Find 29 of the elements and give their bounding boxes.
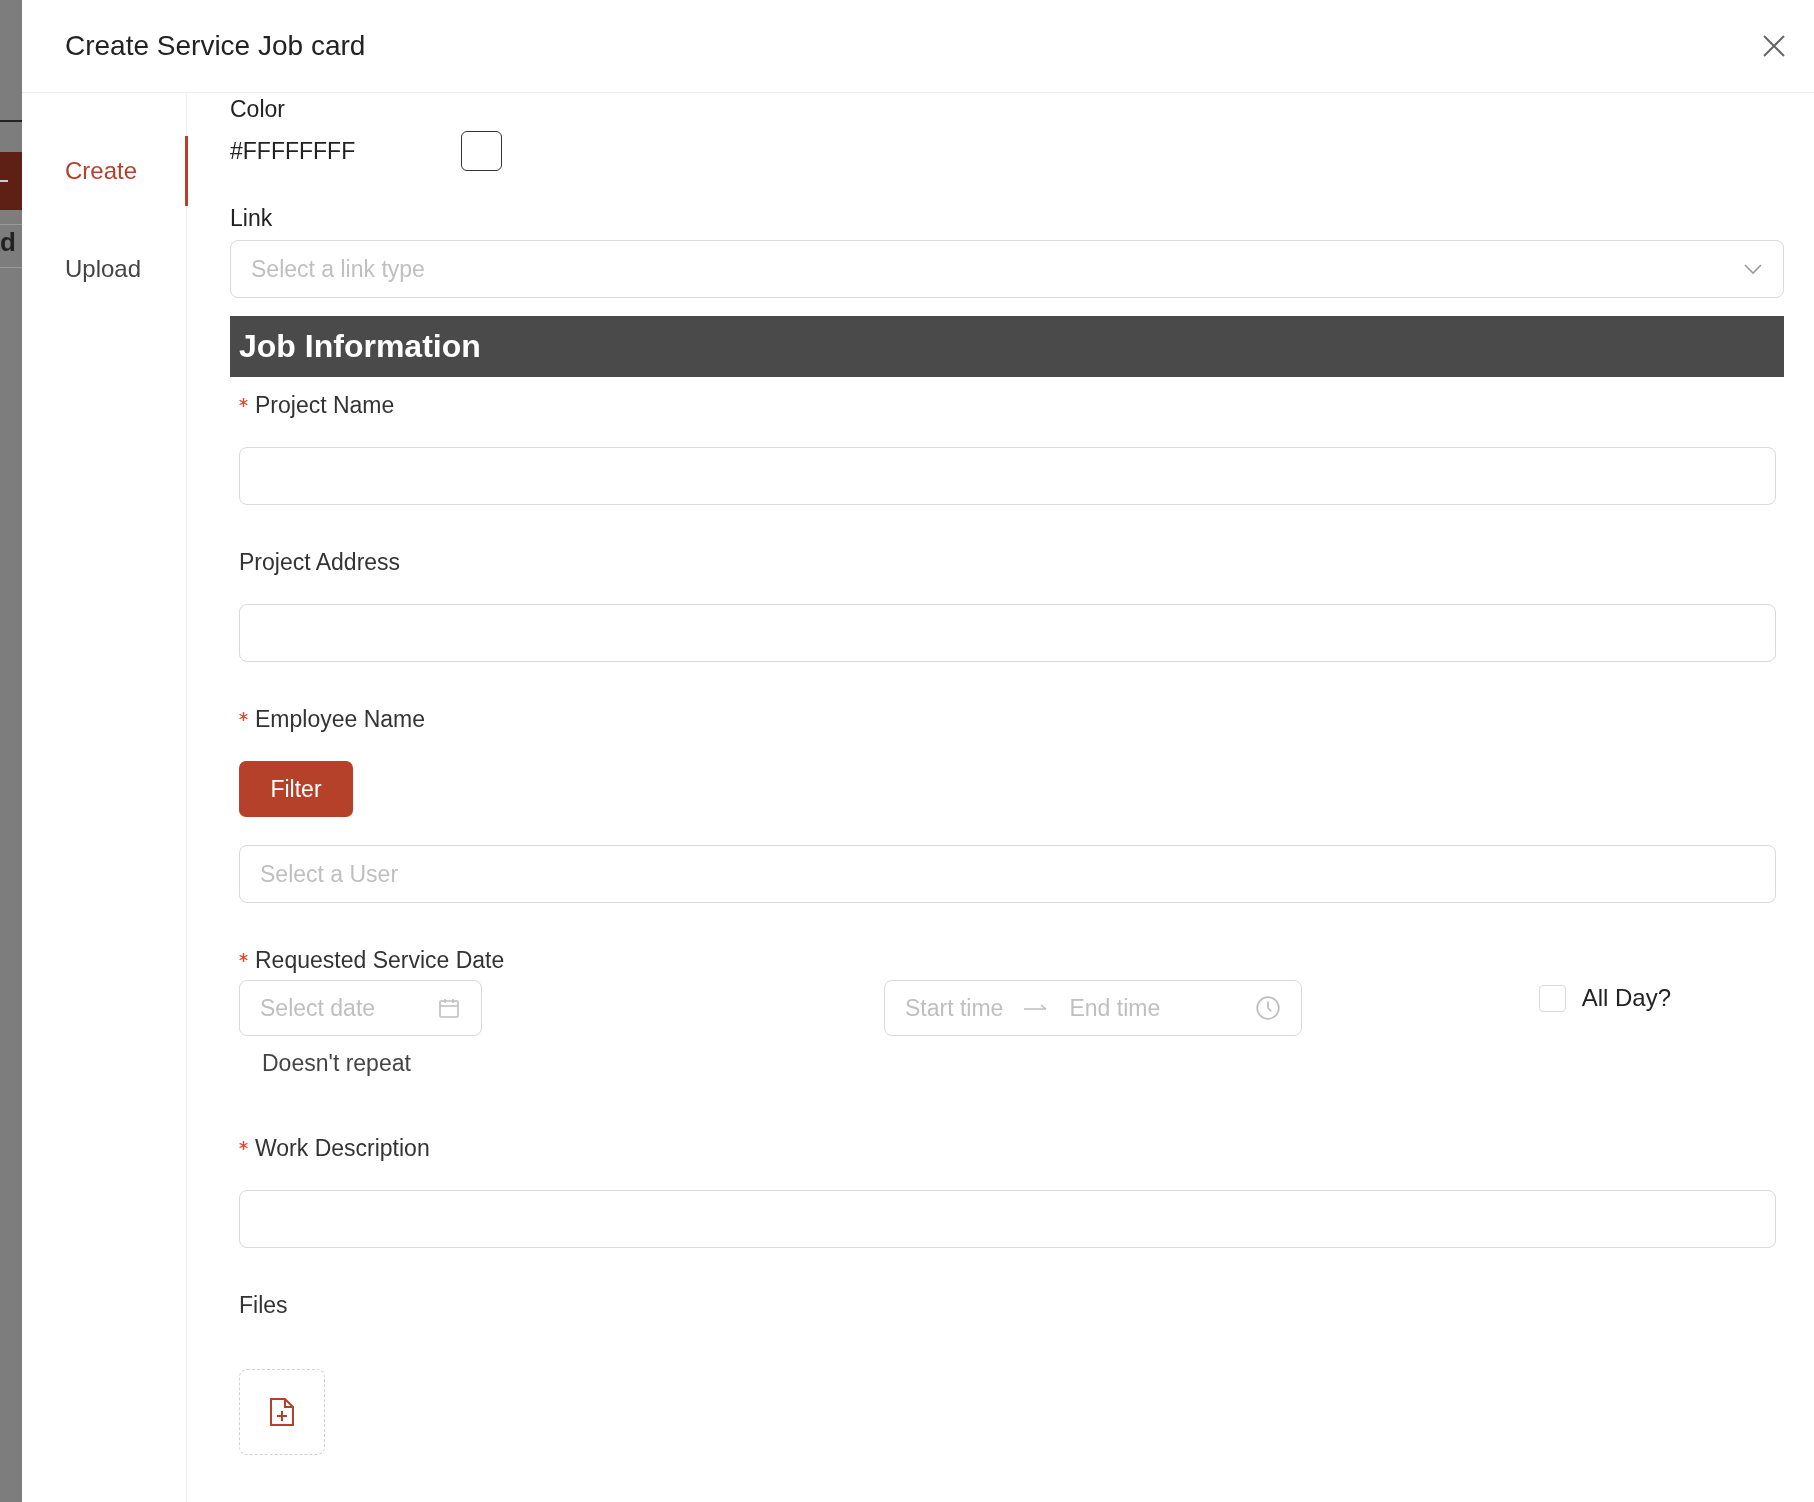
file-upload-area[interactable] <box>239 1369 325 1455</box>
color-swatch[interactable] <box>461 131 502 171</box>
filter-button[interactable]: Filter <box>239 761 353 817</box>
side-tab[interactable]: Upload <box>22 234 188 304</box>
calendar-icon <box>437 996 461 1020</box>
section-header: Job Information <box>230 316 1784 377</box>
text-input[interactable] <box>239 604 1776 662</box>
user-select[interactable]: Select a User <box>239 845 1776 903</box>
color-label: Color <box>230 95 286 123</box>
field-label: Files <box>239 1291 289 1319</box>
field-label: Employee Name <box>239 705 1776 733</box>
repeat-text: Doesn't repeat <box>262 1050 412 1077</box>
color-value: #FFFFFFFF <box>230 137 357 165</box>
clock-icon <box>1255 995 1281 1021</box>
all-day-label: All Day? <box>1581 984 1671 1012</box>
field-label: Project Address <box>239 548 402 576</box>
field-label: Requested Service Date <box>239 946 1776 974</box>
close-icon[interactable] <box>1762 34 1786 58</box>
file-add-icon <box>269 1397 295 1427</box>
field-label: Project Name <box>239 391 1776 419</box>
link-label: Link <box>230 204 274 232</box>
dialog-title: Create Service Job card <box>65 30 366 62</box>
text-input[interactable] <box>239 447 1776 505</box>
checkbox[interactable] <box>1538 984 1566 1012</box>
chevron-down-icon <box>1743 263 1763 275</box>
side-tab[interactable]: Create <box>22 136 188 206</box>
backdrop-bar <box>0 152 22 210</box>
text-input[interactable] <box>239 1190 1776 1248</box>
field-label: Work Description <box>239 1134 1776 1162</box>
